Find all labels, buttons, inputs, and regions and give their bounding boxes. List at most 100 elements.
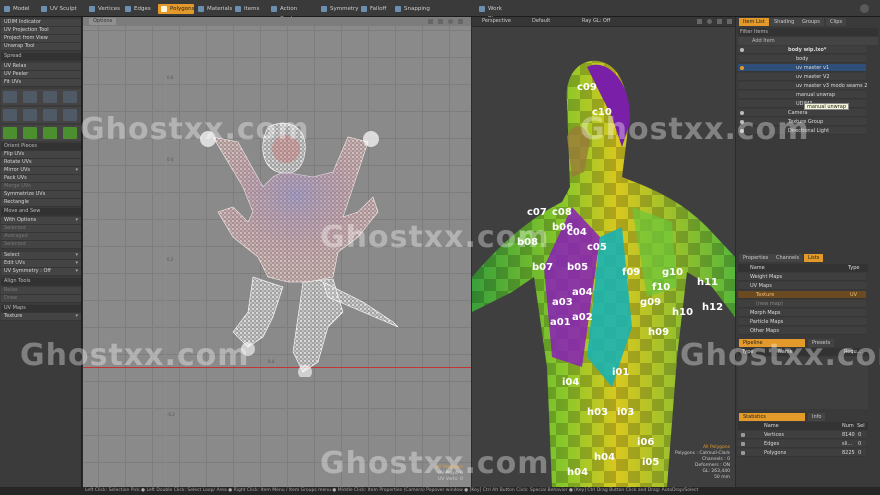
tab-statistics[interactable]: Statistics: [739, 413, 805, 421]
maximize-icon[interactable]: [428, 19, 433, 24]
arrow-up-icon[interactable]: [3, 127, 17, 139]
cylinder-project-icon[interactable]: [43, 91, 57, 103]
item-row[interactable]: body: [738, 55, 866, 63]
pan-icon[interactable]: [438, 19, 443, 24]
spread-section-header[interactable]: Spread: [1, 53, 81, 61]
edit-uvs-dropdown[interactable]: Edit UVs: [1, 260, 81, 268]
add-item-dropdown[interactable]: Add Item: [738, 37, 878, 45]
tab-groups[interactable]: Groups: [798, 18, 824, 26]
symmetrize-uvs-button[interactable]: Symmetrize UVs: [1, 191, 81, 199]
cube-project-icon[interactable]: [23, 109, 37, 121]
sew-selected-2-button[interactable]: Selected: [1, 241, 81, 249]
planar-project-icon[interactable]: [63, 91, 77, 103]
list-item[interactable]: (new map): [738, 300, 866, 308]
pan-icon[interactable]: [717, 19, 722, 24]
watermark: Ghostxx.com: [680, 338, 880, 373]
transform-icon[interactable]: [3, 91, 17, 103]
select-dropdown[interactable]: Select: [1, 252, 81, 260]
options-button[interactable]: Options: [89, 18, 117, 25]
move-and-sew-header[interactable]: Move and Sew: [1, 208, 81, 216]
tab-uv-sculpt[interactable]: UV Sculpt: [38, 4, 80, 14]
merge-uvs-button[interactable]: Merge UVs: [1, 183, 81, 191]
uv-relax-button[interactable]: UV Relax: [1, 63, 81, 71]
item-row[interactable]: body wip.lxo*: [738, 46, 866, 54]
item-row-selected[interactable]: uv master v1: [738, 64, 866, 72]
maximize-icon[interactable]: [697, 19, 702, 24]
snapping-button[interactable]: Snapping: [392, 4, 430, 14]
fit-uvs-button[interactable]: Fit UVs: [1, 79, 81, 87]
arrow-down-icon[interactable]: [23, 127, 37, 139]
zoom-icon[interactable]: [448, 19, 453, 24]
tab-clips[interactable]: Clips: [826, 18, 847, 26]
uv-peeler-button[interactable]: UV Peeler: [1, 71, 81, 79]
item-row[interactable]: uv master v3 modo seams 2: [738, 82, 867, 90]
tab-lists[interactable]: Lists: [804, 254, 824, 262]
tab-properties[interactable]: Properties: [739, 254, 773, 262]
filter-items-field[interactable]: Filter Items: [738, 28, 878, 36]
falloff-button[interactable]: Falloff: [358, 4, 388, 14]
settings-icon[interactable]: [860, 4, 869, 13]
checker-label: c04: [567, 227, 587, 238]
udim-indicator-button[interactable]: UDIM Indicator: [1, 19, 81, 27]
edges-mode-button[interactable]: Edges: [122, 4, 152, 14]
uv-map-dropdown[interactable]: Texture: [1, 313, 81, 321]
stats-row[interactable]: Vertices 8140 0: [738, 431, 866, 439]
item-row[interactable]: uv master V2: [738, 73, 866, 81]
align-tools-header[interactable]: Align Tools: [1, 278, 81, 286]
draw-button[interactable]: Draw: [1, 295, 81, 303]
checkbox[interactable]: [741, 442, 745, 446]
uv-symmetry-dropdown[interactable]: UV Symmetry : Off: [1, 268, 81, 276]
atlas-project-icon[interactable]: [63, 109, 77, 121]
uv-maps-header[interactable]: UV Maps: [1, 305, 81, 313]
tab-shading[interactable]: Shading: [770, 18, 799, 26]
unwrap-tool-button[interactable]: Unwrap Tool: [1, 43, 81, 51]
uv-projection-tool-button[interactable]: UV Projection Tool: [1, 27, 81, 35]
action-center-button[interactable]: Action Center: [268, 4, 316, 22]
rotate-view-icon[interactable]: [707, 19, 712, 24]
shading-dropdown[interactable]: Default: [532, 18, 550, 25]
rectangle-button[interactable]: Rectangle: [1, 199, 81, 207]
checkbox[interactable]: [741, 433, 745, 437]
tab-model[interactable]: Model: [1, 4, 35, 14]
close-viewport-icon[interactable]: [458, 19, 463, 24]
orient-pieces-button[interactable]: Orient Pieces: [1, 143, 81, 151]
sew-selected-button[interactable]: Selected: [1, 225, 81, 233]
materials-mode-button[interactable]: Materials: [195, 4, 232, 14]
arrow-left-icon[interactable]: [43, 127, 57, 139]
relax-button[interactable]: Relax: [1, 287, 81, 295]
list-item[interactable]: Other Maps: [738, 327, 866, 335]
tab-channels[interactable]: Channels: [772, 254, 804, 262]
list-item[interactable]: Particle Maps: [738, 318, 866, 326]
stats-row[interactable]: Edges sli... 0: [738, 440, 866, 448]
list-item[interactable]: Weight Maps: [738, 273, 866, 281]
tab-item-list[interactable]: Item List: [739, 18, 769, 26]
lock-icon[interactable]: [740, 66, 744, 70]
stats-row[interactable]: Polygons 8225 0: [738, 449, 866, 457]
checkbox[interactable]: [741, 451, 745, 455]
item-row[interactable]: manual unwrap: [738, 91, 866, 99]
sew-averaged-button[interactable]: Averaged: [1, 233, 81, 241]
symmetry-button[interactable]: Symmetry: [318, 4, 359, 14]
project-from-view-button[interactable]: Project from View: [1, 35, 81, 43]
eye-icon[interactable]: [740, 48, 744, 52]
list-item-selected[interactable]: Texture UV: [738, 291, 866, 299]
mirror-uvs-button[interactable]: Mirror UVs: [1, 167, 81, 175]
pack-uvs-button[interactable]: Pack UVs: [1, 175, 81, 183]
ray-gl-dropdown[interactable]: Ray GL: Off: [582, 18, 610, 25]
tab-info[interactable]: Info: [808, 413, 826, 421]
view-type-dropdown[interactable]: Perspective: [482, 18, 511, 25]
polygons-mode-button[interactable]: Polygons: [158, 4, 194, 14]
vertices-mode-button[interactable]: Vertices: [86, 4, 120, 14]
with-options-dropdown[interactable]: With Options: [1, 217, 81, 225]
sphere-project-icon[interactable]: [23, 91, 37, 103]
list-item[interactable]: UV Maps: [738, 282, 866, 290]
plane-project-icon[interactable]: [43, 109, 57, 121]
close-viewport-icon[interactable]: [727, 19, 732, 24]
flip-uvs-button[interactable]: Flip UVs: [1, 151, 81, 159]
work-plane-button[interactable]: Work Plane: [476, 4, 520, 22]
box-project-icon[interactable]: [3, 109, 17, 121]
items-mode-button[interactable]: Items: [232, 4, 260, 14]
list-item[interactable]: Morph Maps: [738, 309, 866, 317]
arrow-right-icon[interactable]: [63, 127, 77, 139]
rotate-uvs-button[interactable]: Rotate UVs: [1, 159, 81, 167]
